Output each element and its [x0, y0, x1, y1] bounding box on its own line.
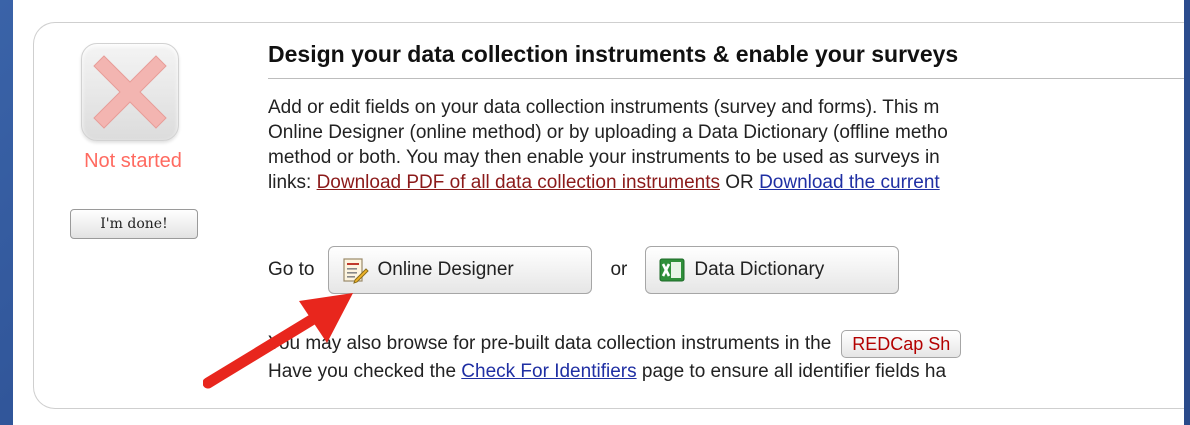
status-icon: [81, 43, 179, 141]
annotation-arrow: [203, 293, 353, 389]
identifiers-line: Have you checked the Check For Identifie…: [268, 358, 961, 386]
or-text: OR: [720, 172, 760, 193]
redcap-shared-library-button[interactable]: REDCap Sh: [841, 330, 962, 358]
online-designer-button[interactable]: Online Designer: [328, 246, 593, 294]
im-done-button[interactable]: I'm done!: [70, 209, 198, 239]
data-dictionary-label: Data Dictionary: [694, 259, 825, 280]
data-dictionary-button[interactable]: Data Dictionary: [645, 246, 900, 294]
browse-section: You may also browse for pre-built data c…: [268, 330, 962, 386]
description-line: Online Designer (online method) or by up…: [268, 122, 948, 143]
online-designer-label: Online Designer: [377, 259, 514, 280]
goto-or-text: or: [610, 259, 628, 280]
section-title: Design your data collection instruments …: [268, 41, 959, 67]
goto-label: Go to: [268, 259, 315, 280]
x-icon: [93, 55, 167, 129]
identifiers-suffix: page to ensure all identifier fields ha: [636, 361, 947, 382]
description-line: Add or edit fields on your data collecti…: [268, 97, 940, 118]
links-prefix: links:: [268, 172, 317, 193]
title-divider: [268, 78, 1184, 79]
download-current-link[interactable]: Download the current: [759, 172, 940, 193]
section-description: Add or edit fields on your data collecti…: [268, 95, 1184, 195]
description-line: method or both. You may then enable your…: [268, 147, 940, 168]
download-pdf-link[interactable]: Download PDF of all data collection inst…: [317, 172, 720, 193]
designer-form-icon: [343, 258, 370, 284]
check-for-identifiers-link[interactable]: Check For Identifiers: [461, 358, 636, 386]
download-links-line: links: Download PDF of all data collecti…: [268, 170, 1184, 195]
status-label: Not started: [84, 150, 182, 172]
browse-line: You may also browse for pre-built data c…: [268, 330, 962, 358]
excel-icon: [659, 258, 685, 282]
page-canvas: Not started I'm done! Design your data c…: [13, 0, 1184, 425]
